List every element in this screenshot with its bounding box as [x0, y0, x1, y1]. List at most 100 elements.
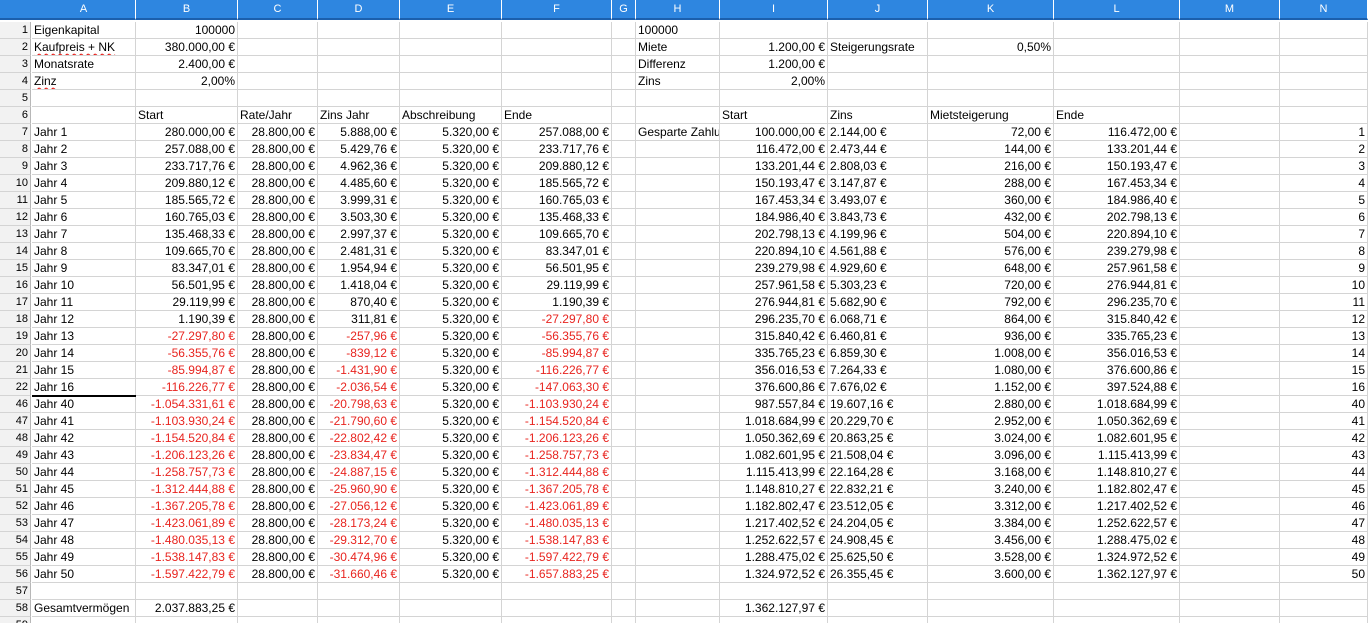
cell-h50[interactable] — [636, 464, 720, 481]
cell-f16[interactable]: 29.119,99 € — [502, 277, 612, 294]
cell-a57[interactable] — [32, 583, 136, 600]
cell-l58[interactable] — [1054, 600, 1180, 617]
cell-n7[interactable]: 1 — [1280, 124, 1368, 141]
row-header[interactable]: 52 — [0, 498, 31, 515]
cell-e16[interactable]: 5.320,00 € — [400, 277, 502, 294]
cell-n50[interactable]: 44 — [1280, 464, 1368, 481]
cell-a11[interactable]: Jahr 5 — [32, 192, 136, 209]
cell-h48[interactable] — [636, 430, 720, 447]
cell-f54[interactable]: -1.538.147,83 € — [502, 532, 612, 549]
cell-i12[interactable]: 184.986,40 € — [720, 209, 828, 226]
cell-j58[interactable] — [828, 600, 928, 617]
cell-k54[interactable]: 3.456,00 € — [928, 532, 1054, 549]
cell-e51[interactable]: 5.320,00 € — [400, 481, 502, 498]
row-header[interactable]: 55 — [0, 549, 31, 566]
cell-e4[interactable] — [400, 73, 502, 90]
cell-a3[interactable]: Monatsrate — [32, 56, 136, 73]
cell-a49[interactable]: Jahr 43 — [32, 447, 136, 464]
cell-h9[interactable] — [636, 158, 720, 175]
cell-a13[interactable]: Jahr 7 — [32, 226, 136, 243]
column-header-e[interactable]: E — [400, 0, 502, 20]
cell-h58[interactable] — [636, 600, 720, 617]
cell-c18[interactable]: 28.800,00 € — [238, 311, 318, 328]
cell-n56[interactable]: 50 — [1280, 566, 1368, 583]
cell-e47[interactable]: 5.320,00 € — [400, 413, 502, 430]
row-header[interactable]: 13 — [0, 226, 31, 243]
cell-a1[interactable]: Eigenkapital — [32, 22, 136, 39]
cell-a12[interactable]: Jahr 6 — [32, 209, 136, 226]
cell-c19[interactable]: 28.800,00 € — [238, 328, 318, 345]
cell-e59[interactable] — [400, 617, 502, 623]
cell-d19[interactable]: -257,96 € — [318, 328, 400, 345]
row-header[interactable]: 53 — [0, 515, 31, 532]
cell-j20[interactable]: 6.859,30 € — [828, 345, 928, 362]
cell-j56[interactable]: 26.355,45 € — [828, 566, 928, 583]
cell-k57[interactable] — [928, 583, 1054, 600]
row-header[interactable]: 57 — [0, 583, 31, 600]
row-header[interactable]: 47 — [0, 413, 31, 430]
cell-m19[interactable] — [1180, 328, 1280, 345]
cell-h3[interactable]: Differenz — [636, 56, 720, 73]
cell-d11[interactable]: 3.999,31 € — [318, 192, 400, 209]
cell-m7[interactable] — [1180, 124, 1280, 141]
cell-e5[interactable] — [400, 90, 502, 107]
cell-b59[interactable] — [136, 617, 238, 623]
cell-a6[interactable] — [32, 107, 136, 124]
cell-e3[interactable] — [400, 56, 502, 73]
cell-c47[interactable]: 28.800,00 € — [238, 413, 318, 430]
cell-h53[interactable] — [636, 515, 720, 532]
cell-c8[interactable]: 28.800,00 € — [238, 141, 318, 158]
cell-j18[interactable]: 6.068,71 € — [828, 311, 928, 328]
cell-g54[interactable] — [612, 532, 636, 549]
cell-h22[interactable] — [636, 379, 720, 396]
cell-f2[interactable] — [502, 39, 612, 56]
cell-n10[interactable]: 4 — [1280, 175, 1368, 192]
cell-g59[interactable] — [612, 617, 636, 623]
cell-e12[interactable]: 5.320,00 € — [400, 209, 502, 226]
cell-a19[interactable]: Jahr 13 — [32, 328, 136, 345]
cell-n54[interactable]: 48 — [1280, 532, 1368, 549]
cell-n15[interactable]: 9 — [1280, 260, 1368, 277]
cell-a53[interactable]: Jahr 47 — [32, 515, 136, 532]
cell-h2[interactable]: Miete — [636, 39, 720, 56]
cell-i15[interactable]: 239.279,98 € — [720, 260, 828, 277]
cell-i58[interactable]: 1.362.127,97 € — [720, 600, 828, 617]
cell-m4[interactable] — [1180, 73, 1280, 90]
row-header[interactable]: 59 — [0, 617, 31, 623]
cell-j12[interactable]: 3.843,73 € — [828, 209, 928, 226]
cell-f21[interactable]: -116.226,77 € — [502, 362, 612, 379]
cell-h14[interactable] — [636, 243, 720, 260]
cell-g51[interactable] — [612, 481, 636, 498]
cell-k20[interactable]: 1.008,00 € — [928, 345, 1054, 362]
cell-j59[interactable] — [828, 617, 928, 623]
cell-j19[interactable]: 6.460,81 € — [828, 328, 928, 345]
cell-h16[interactable] — [636, 277, 720, 294]
cell-f20[interactable]: -85.994,87 € — [502, 345, 612, 362]
cell-l2[interactable] — [1054, 39, 1180, 56]
cell-k13[interactable]: 504,00 € — [928, 226, 1054, 243]
cell-h11[interactable] — [636, 192, 720, 209]
cell-b1[interactable]: 100000 — [136, 22, 238, 39]
cell-e2[interactable] — [400, 39, 502, 56]
cell-k5[interactable] — [928, 90, 1054, 107]
cell-g11[interactable] — [612, 192, 636, 209]
row-header[interactable]: 9 — [0, 158, 31, 175]
row-header[interactable]: 11 — [0, 192, 31, 209]
cell-j49[interactable]: 21.508,04 € — [828, 447, 928, 464]
cell-n9[interactable]: 3 — [1280, 158, 1368, 175]
cell-b6[interactable]: Start — [136, 107, 238, 124]
cell-f1[interactable] — [502, 22, 612, 39]
cell-a47[interactable]: Jahr 41 — [32, 413, 136, 430]
cell-j9[interactable]: 2.808,03 € — [828, 158, 928, 175]
cell-c57[interactable] — [238, 583, 318, 600]
cell-l5[interactable] — [1054, 90, 1180, 107]
cell-b11[interactable]: 185.565,72 € — [136, 192, 238, 209]
cell-d48[interactable]: -22.802,42 € — [318, 430, 400, 447]
cell-i2[interactable]: 1.200,00 € — [720, 39, 828, 56]
cell-b50[interactable]: -1.258.757,73 € — [136, 464, 238, 481]
cell-h52[interactable] — [636, 498, 720, 515]
cell-g15[interactable] — [612, 260, 636, 277]
cell-l48[interactable]: 1.082.601,95 € — [1054, 430, 1180, 447]
cell-n20[interactable]: 14 — [1280, 345, 1368, 362]
cell-g2[interactable] — [612, 39, 636, 56]
